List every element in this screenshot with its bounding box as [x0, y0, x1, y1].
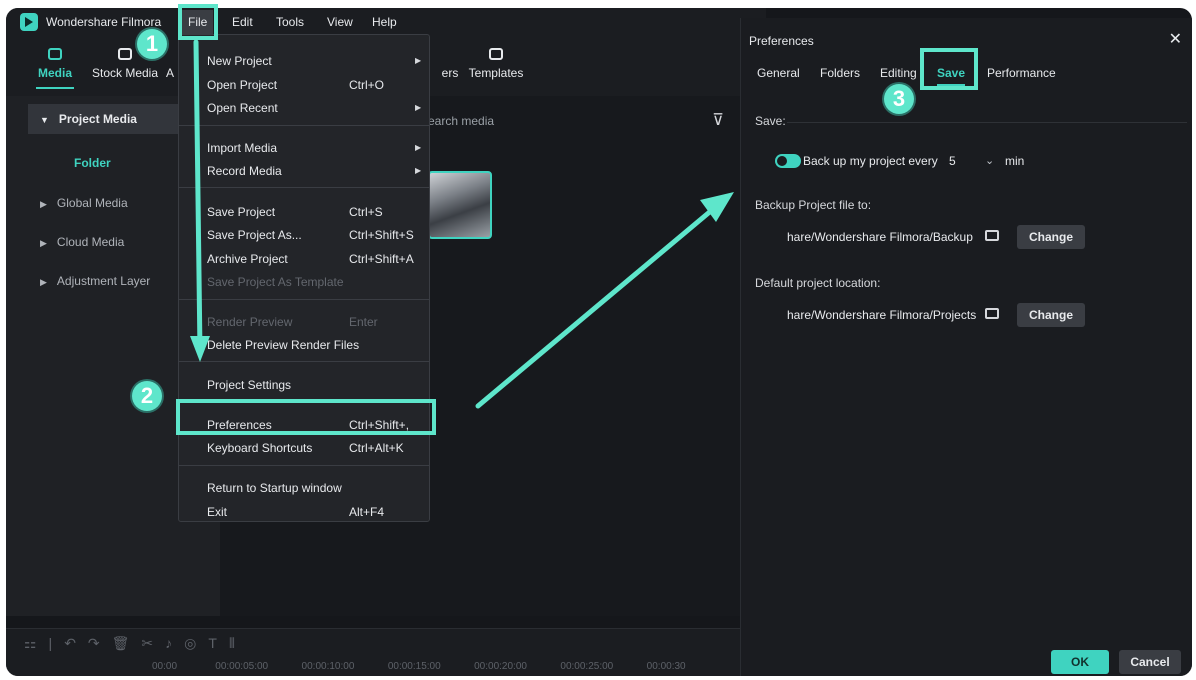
menu-shortcut: Enter	[349, 315, 378, 329]
search-input[interactable]: Search media	[420, 114, 494, 128]
tab-performance[interactable]: Performance	[987, 66, 1056, 80]
menu-separator	[179, 361, 429, 362]
menu-item-save-project[interactable]: Save Project	[207, 205, 275, 219]
save-section-label: Save:	[755, 114, 786, 128]
cancel-button[interactable]: Cancel	[1119, 650, 1181, 674]
caret-down-icon: ▼	[40, 115, 49, 125]
backup-unit: min	[1005, 154, 1025, 168]
tab-folders[interactable]: Folders	[820, 66, 860, 80]
timeline: ⚏|↶↷🗑✂♪◎T⦀ 00:00 00:00:05:00 00:00:10:00…	[6, 628, 766, 676]
menu-separator	[179, 299, 429, 300]
menu-tools[interactable]: Tools	[276, 15, 304, 29]
menu-item-return-to-startup-window[interactable]: Return to Startup window	[207, 481, 342, 495]
tab-audio-partial[interactable]: A	[164, 48, 176, 80]
menu-shortcut: Ctrl+Alt+K	[349, 441, 404, 455]
menu-edit[interactable]: Edit	[232, 15, 253, 29]
menu-item-save-project-as[interactable]: Save Project As...	[207, 228, 302, 242]
media-icon	[48, 48, 62, 60]
menu-separator	[179, 187, 429, 188]
menu-item-render-preview: Render Preview	[207, 315, 293, 329]
filter-icon[interactable]: ⊽	[712, 110, 724, 130]
caret-right-icon: ▶	[40, 238, 47, 248]
filmora-logo-icon	[20, 13, 38, 31]
highlight-file-menu	[178, 4, 218, 40]
chevron-down-icon[interactable]: ⌄	[985, 154, 994, 167]
backup-interval-select[interactable]: 5	[949, 154, 956, 168]
tab-editing[interactable]: Editing	[880, 66, 917, 80]
menu-shortcut: Ctrl+Shift+A	[349, 252, 414, 266]
menu-item-delete-preview-render-files[interactable]: Delete Preview Render Files	[207, 338, 359, 352]
close-icon[interactable]: ✕	[1169, 29, 1182, 49]
backup-path: hare/Wondershare Filmora/Backup	[787, 230, 973, 244]
menu-item-record-media[interactable]: Record Media	[207, 164, 282, 178]
highlight-preferences	[176, 399, 436, 435]
menu-item-keyboard-shortcuts[interactable]: Keyboard Shortcuts	[207, 441, 312, 455]
folder-icon[interactable]	[985, 308, 999, 319]
tab-general[interactable]: General	[757, 66, 800, 80]
menu-item-project-settings[interactable]: Project Settings	[207, 378, 291, 392]
change-backup-button[interactable]: Change	[1017, 225, 1085, 249]
file-menu: New Project ▶ Open Project Ctrl+O Open Recen…	[178, 34, 430, 522]
screenshot-stage: Wondershare Filmora File Edit Tools View…	[0, 0, 1196, 680]
menu-separator	[179, 125, 429, 126]
menu-shortcut: Alt+F4	[349, 505, 385, 519]
menu-shortcut: Ctrl+S	[349, 205, 383, 219]
submenu-arrow-icon: ▶	[415, 103, 422, 112]
menu-shortcut: Ctrl+Shift+S	[349, 228, 414, 242]
timeline-toolbar[interactable]: ⚏|↶↷🗑✂♪◎T⦀	[24, 635, 247, 652]
submenu-arrow-icon: ▶	[415, 166, 422, 175]
caret-right-icon: ▶	[40, 277, 47, 287]
filmora-window: Wondershare Filmora File Edit Tools View…	[6, 8, 1192, 676]
step-badge-3: 3	[884, 84, 914, 114]
caret-right-icon: ▶	[40, 199, 47, 209]
highlight-save-tab	[920, 48, 978, 90]
step-badge-1: 1	[137, 29, 167, 59]
backup-toggle-label: Back up my project every	[803, 154, 938, 168]
preferences-dialog: Preferences ✕ General Folders Editing Sa…	[740, 18, 1192, 676]
tab-filters-partial[interactable]: ers	[438, 48, 462, 80]
menu-item-exit[interactable]: Exit	[207, 505, 227, 519]
sidebar-folder[interactable]: Folder	[74, 156, 111, 170]
menu-item-import-media[interactable]: Import Media	[207, 141, 277, 155]
tab-media[interactable]: Media	[36, 48, 74, 89]
menu-item-archive-project[interactable]: Archive Project	[207, 252, 288, 266]
ok-button[interactable]: OK	[1051, 650, 1109, 674]
dialog-title: Preferences	[749, 34, 814, 48]
submenu-arrow-icon: ▶	[415, 143, 422, 152]
divider	[787, 122, 1187, 123]
menu-separator	[179, 465, 429, 466]
menu-help[interactable]: Help	[372, 15, 397, 29]
default-location-label: Default project location:	[755, 276, 881, 290]
menu-view[interactable]: View	[327, 15, 353, 29]
menu-item-open-project[interactable]: Open Project	[207, 78, 277, 92]
folder-icon[interactable]	[985, 230, 999, 241]
backup-file-label: Backup Project file to:	[755, 198, 872, 212]
backup-toggle[interactable]	[775, 154, 801, 168]
tab-templates[interactable]: Templates	[466, 48, 526, 80]
menu-shortcut: Ctrl+O	[349, 78, 385, 92]
change-location-button[interactable]: Change	[1017, 303, 1085, 327]
menu-item-open-recent[interactable]: Open Recent	[207, 101, 278, 115]
submenu-arrow-icon: ▶	[415, 56, 422, 65]
media-thumbnail[interactable]	[428, 171, 492, 239]
templates-icon	[489, 48, 503, 60]
stock-media-icon	[118, 48, 132, 60]
menu-item-new-project[interactable]: New Project	[207, 54, 272, 68]
default-path: hare/Wondershare Filmora/Projects	[787, 308, 977, 322]
step-badge-2: 2	[132, 381, 162, 411]
menu-item-save-project-as-template: Save Project As Template	[207, 275, 344, 289]
timeline-ruler: 00:00 00:00:05:00 00:00:10:00 00:00:15:0…	[152, 661, 686, 672]
app-title: Wondershare Filmora	[46, 15, 162, 29]
title-bar: Wondershare Filmora File Edit Tools View…	[6, 8, 766, 36]
